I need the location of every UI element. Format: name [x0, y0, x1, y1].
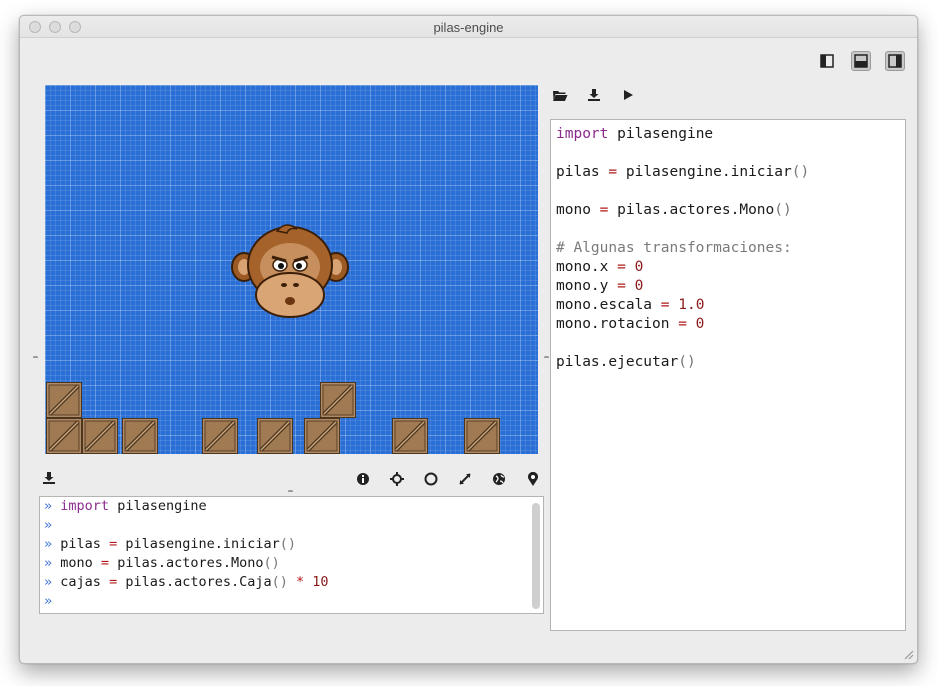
console-scrollbar[interactable]	[532, 503, 540, 609]
editor-line: mono.y = 0	[556, 278, 644, 294]
console-line: » pilas = pilasengine.iniciar()	[44, 536, 297, 552]
interactive-console[interactable]: » import pilasengine » » pilas = pilasen…	[39, 496, 544, 614]
info-icon[interactable]	[355, 471, 371, 487]
code-editor[interactable]: import pilasengine pilas = pilasengine.i…	[550, 119, 906, 631]
editor-line: mono.x = 0	[556, 259, 644, 275]
console-line: » import pilasengine	[44, 498, 207, 514]
console-line: » mono = pilas.actores.Mono()	[44, 555, 280, 571]
crate-actor[interactable]	[122, 418, 158, 454]
game-stage-canvas[interactable]	[45, 85, 538, 454]
crate-actor[interactable]	[392, 418, 428, 454]
fullscreen-icon[interactable]	[457, 471, 473, 487]
monkey-actor[interactable]	[231, 223, 349, 321]
app-window: pilas-engine » import pilasengine » » pi…	[19, 15, 918, 664]
crate-actor[interactable]	[304, 418, 340, 454]
console-line: » cajas = pilas.actores.Caja() * 10	[44, 574, 329, 590]
layout-left-panel-icon[interactable]	[817, 51, 837, 71]
editor-line: pilas = pilasengine.iniciar()	[556, 164, 810, 180]
editor-comment-line: # Algunas transformaciones:	[556, 240, 792, 256]
editor-line: import pilasengine	[556, 126, 714, 142]
editor-line: mono = pilas.actores.Mono()	[556, 202, 792, 218]
location-pin-icon[interactable]	[525, 471, 541, 487]
circle-icon[interactable]	[423, 471, 439, 487]
layout-right-panel-icon[interactable]	[885, 51, 905, 71]
editor-line: pilas.ejecutar()	[556, 354, 696, 370]
play-icon[interactable]	[620, 87, 636, 103]
splitter-handle-bottom[interactable]	[288, 490, 293, 493]
save-icon[interactable]	[41, 470, 57, 486]
crosshair-icon[interactable]	[389, 471, 405, 487]
crate-actor[interactable]	[320, 382, 356, 418]
splitter-handle-left[interactable]	[33, 356, 38, 359]
console-input-line[interactable]: »	[44, 592, 543, 611]
resize-grip-icon[interactable]	[902, 648, 914, 660]
crate-actor[interactable]	[202, 418, 238, 454]
globe-icon[interactable]	[491, 471, 507, 487]
layout-bottom-panel-icon[interactable]	[851, 51, 871, 71]
save-icon[interactable]	[586, 87, 602, 103]
crate-actor[interactable]	[257, 418, 293, 454]
crate-actor[interactable]	[82, 418, 118, 454]
console-line: »	[44, 517, 53, 533]
crate-actor[interactable]	[464, 418, 500, 454]
editor-line: mono.rotacion = 0	[556, 316, 705, 332]
crate-actor[interactable]	[46, 382, 82, 418]
window-title: pilas-engine	[433, 20, 504, 35]
titlebar: pilas-engine	[20, 16, 917, 38]
crate-actor[interactable]	[46, 418, 82, 454]
folder-open-icon[interactable]	[552, 87, 568, 103]
splitter-handle-middle[interactable]	[544, 356, 549, 359]
editor-line: mono.escala = 1.0	[556, 297, 705, 313]
